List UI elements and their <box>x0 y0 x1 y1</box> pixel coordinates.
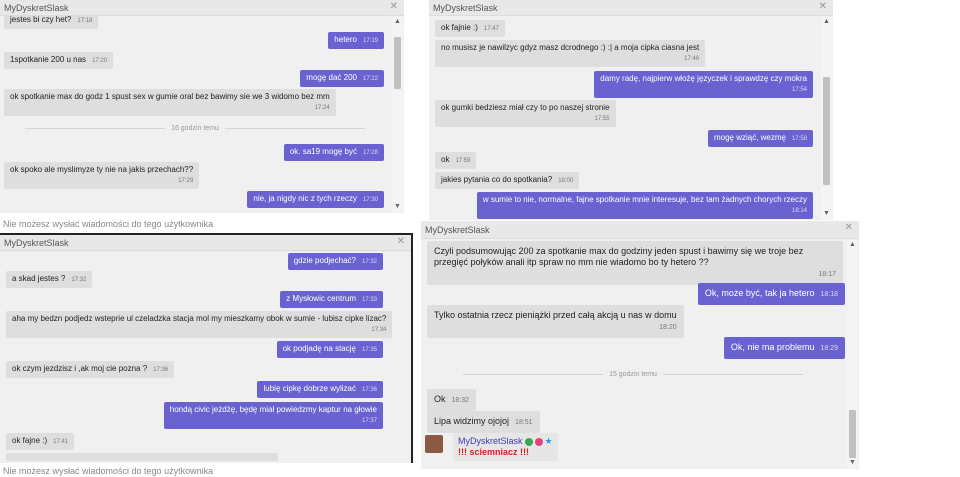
message-incoming: Tylko ostatnia rzecz pieniążki przed cał… <box>427 305 684 338</box>
scroll-down-icon[interactable]: ▼ <box>392 202 403 212</box>
time-separator: 16 godzin temu <box>8 125 382 132</box>
chat-panel-3: MyDyskretSlask ✕ gdzie podjechać? 17:32 a … <box>0 235 411 463</box>
blocked-notice: Nie możesz wysłać wiadomości do tego uży… <box>3 466 214 476</box>
scrollbar[interactable]: ▲ ▼ <box>821 17 832 219</box>
message-outgoing: ok podjadę na stację 17:35 <box>276 341 383 358</box>
scroll-down-icon[interactable]: ▼ <box>847 458 858 468</box>
chat-header: MyDyskretSlask ✕ <box>0 235 411 251</box>
message-incoming: ok spoko ale myslimyze ty nie na jakis p… <box>4 162 200 189</box>
message-list: ok fajnie :) 17:47 no musisz je nawilzyc … <box>429 16 819 220</box>
message-incoming: jestes bi czy het? 17:18 <box>4 16 99 29</box>
scroll-up-icon[interactable]: ▲ <box>821 17 832 27</box>
chat-title: MyDyskretSlask <box>433 3 498 13</box>
message-outgoing: mogę wziąć, wezmę 17:58 <box>707 130 813 147</box>
scrollbar[interactable]: ▲ ▼ <box>847 240 858 468</box>
scrollbar[interactable]: ▲ ▼ <box>392 17 403 212</box>
message-incoming: ok spotkanie max do godz 1 spust sex w g… <box>4 89 336 116</box>
chat-title: MyDyskretSlask <box>4 238 69 248</box>
message-outgoing: z Mysłowic centrum 17:33 <box>280 291 383 308</box>
message-list: jestes bi czy het? 17:18 hetero 17:19 1spo… <box>0 16 390 213</box>
message-list: Czyli podsumowując 200 za spotkanie max … <box>421 239 845 469</box>
chat-panel-4: MyDyskretSlask ✕ Czyli podsumowując 200 z… <box>421 221 859 469</box>
user-status: !!! sciemniacz !!! <box>458 447 530 457</box>
user-card[interactable]: MyDyskretSlask ★ !!! sciemniacz !!! <box>453 433 558 461</box>
message-outgoing: mogę dać 200 17:22 <box>300 70 384 87</box>
scroll-thumb[interactable] <box>849 410 856 458</box>
chat-title: MyDyskretSlask <box>4 3 69 13</box>
chat-title: MyDyskretSlask <box>425 225 490 235</box>
star-icon: ★ <box>544 436 553 446</box>
message-incoming: ok 17:59 <box>435 152 477 169</box>
scroll-up-icon[interactable]: ▲ <box>392 17 403 27</box>
message-outgoing: hondą civic jeżdżę, będę miał powiedzmy … <box>163 402 383 429</box>
message-incoming: ok fajne :) 17:41 <box>6 433 75 450</box>
user-avatar[interactable] <box>425 435 443 453</box>
divider <box>411 233 413 463</box>
message-incoming: jakies pytania co do spotkania? 18:00 <box>435 172 580 189</box>
close-icon[interactable]: ✕ <box>819 2 827 12</box>
message-outgoing: Ok, nie ma problemu 18:29 <box>723 337 845 359</box>
scroll-thumb[interactable] <box>823 77 830 185</box>
badge-icon <box>534 437 543 446</box>
close-icon[interactable]: ✕ <box>390 2 398 12</box>
message-incoming: ok czym jezdzisz i ,ak moj cie pozna ? 17… <box>6 361 175 378</box>
message-incoming: aha my bedzn podjedz wsteprie ul czeladz… <box>6 311 393 338</box>
verified-icon <box>524 437 533 446</box>
message-outgoing: gdzie podjechać? 17:32 <box>287 253 383 270</box>
message-incoming: Lipa widzimy ojojoj 18:51 <box>427 411 540 433</box>
message-incoming: no musisz je nawilzyc gdyz masz dcrodneg… <box>435 40 706 67</box>
chat-panel-2: MyDyskretSlask ✕ ok fajnie :) 17:47 no mus… <box>429 0 833 220</box>
message-outgoing: ok. sa19 mogę być 17:28 <box>283 144 384 161</box>
chat-header: MyDyskretSlask ✕ <box>429 0 833 16</box>
message-incoming: ok fajnie :) 17:47 <box>435 20 505 37</box>
message-incoming: ok gumki bedziesz miał czy to po naszej … <box>435 100 616 127</box>
message-outgoing: hetero 17:19 <box>328 32 384 49</box>
message-incoming: Ok 18:32 <box>427 389 477 411</box>
scroll-up-icon[interactable]: ▲ <box>847 240 858 250</box>
message-incoming: a skad jestes ? 17:32 <box>6 271 93 288</box>
close-icon[interactable]: ✕ <box>845 223 853 233</box>
message-outgoing: damy radę, najpierw włożę języczek i spr… <box>594 71 813 98</box>
message-outgoing: w sumie to nie, normalne, fajne spotkani… <box>476 192 813 219</box>
chat-header: MyDyskretSlask ✕ <box>0 0 404 16</box>
username[interactable]: MyDyskretSlask <box>458 436 523 446</box>
scroll-thumb[interactable] <box>394 37 401 89</box>
message-outgoing: Ok, może być, tak ja hetero 18:18 <box>697 283 845 305</box>
message-incoming: Czyli podsumowując 200 za spotkanie max … <box>427 241 843 285</box>
message-list: gdzie podjechać? 17:32 a skad jestes ? 17:… <box>0 251 397 463</box>
chat-header: MyDyskretSlask ✕ <box>421 221 859 239</box>
time-separator: 15 godzin temu <box>427 371 839 378</box>
message-incoming: 1spotkanie 200 u nas 17:20 <box>4 52 114 69</box>
message-incoming <box>6 453 278 461</box>
message-outgoing: nie, ja nigdy nic z tych rzeczy 17:30 <box>247 191 384 208</box>
scroll-down-icon[interactable]: ▼ <box>821 209 832 219</box>
message-outgoing: lubię cipkę dobrze wylizać 17:36 <box>257 381 383 398</box>
chat-panel-1: MyDyskretSlask ✕ jestes bi czy het? 17:18 … <box>0 0 404 213</box>
blocked-notice: Nie możesz wysłać wiadomości do tego uży… <box>3 219 214 229</box>
close-icon[interactable]: ✕ <box>397 237 405 247</box>
